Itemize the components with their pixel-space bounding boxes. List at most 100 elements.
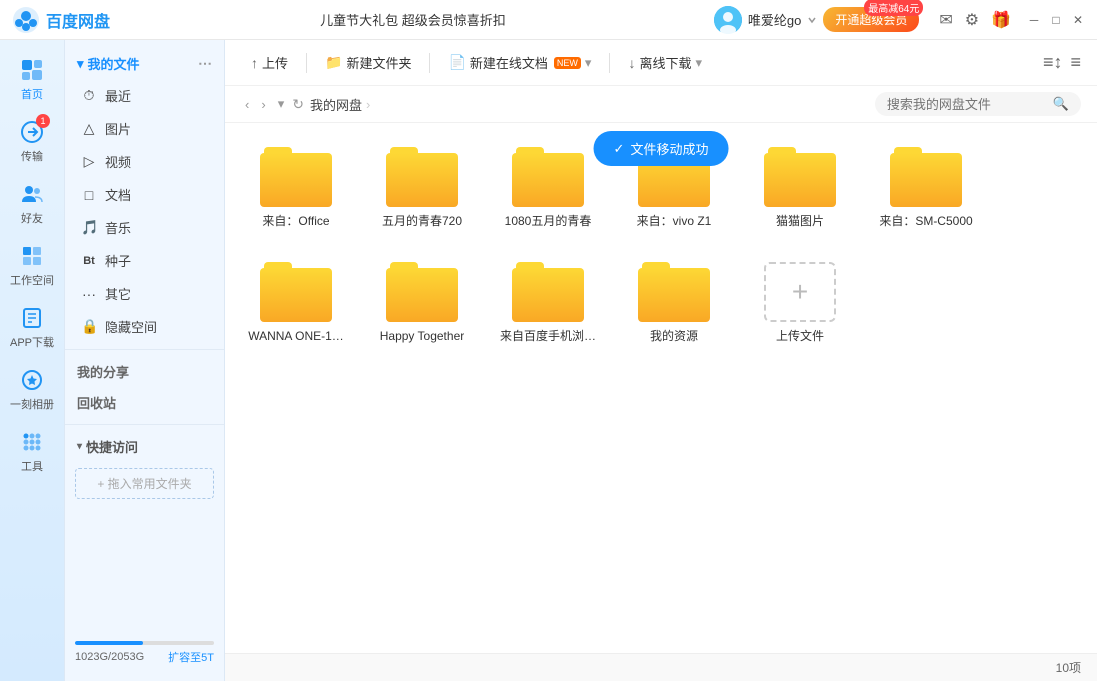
nav-item-images[interactable]: △ 图片: [65, 112, 224, 145]
minimize-button[interactable]: ─: [1027, 13, 1041, 27]
folder-icon: 📁: [325, 54, 342, 71]
nav-item-video[interactable]: ▷ 视频: [65, 145, 224, 178]
search-box: 🔍: [875, 92, 1081, 116]
nav-item-hidden[interactable]: 🔒 隐藏空间: [65, 310, 224, 343]
sidebar-item-workspace[interactable]: 工作空间: [0, 234, 64, 296]
gift-icon[interactable]: 🎁: [991, 10, 1011, 30]
sidebar-label-friends: 好友: [21, 210, 43, 226]
folder-icon: [890, 147, 962, 207]
forward-button[interactable]: ›: [257, 95, 269, 114]
sidebar-item-transfer[interactable]: 1 传输: [0, 110, 64, 172]
storage-expand-btn[interactable]: 扩容至5T: [168, 649, 214, 665]
user-area: 唯爱纶go 开通超级会员 最高减64元: [714, 6, 919, 34]
tools-icon: [18, 428, 46, 456]
my-files-arrow: ▾: [77, 56, 84, 72]
sidebar: 首页 1 传输 好友 工作空间 APP下载: [0, 40, 65, 681]
breadcrumb-sep: ›: [366, 97, 370, 112]
hidden-icon: 🔒: [81, 318, 97, 335]
add-frequent-btn[interactable]: + 拖入常用文件夹: [75, 468, 214, 499]
toolbar-divider-3: [609, 53, 610, 73]
breadcrumb-root[interactable]: 我的网盘: [310, 95, 362, 114]
quick-access-header: ▾ 快捷访问: [65, 431, 224, 462]
sidebar-label-moments: 一刻相册: [10, 396, 54, 412]
my-files-more[interactable]: ⋯: [198, 55, 212, 72]
content-area: ↑ 上传 📁 新建文件夹 📄 新建在线文档 NEW ▾ ↓ 离线下载 ▾: [225, 40, 1097, 681]
new-doc-button[interactable]: 📄 新建在线文档 NEW ▾: [438, 48, 601, 77]
sidebar-item-friends[interactable]: 好友: [0, 172, 64, 234]
storage-bar: [75, 641, 214, 645]
back-button[interactable]: ‹: [241, 95, 253, 114]
status-bar: 10项: [225, 653, 1097, 681]
breadcrumb-nav: ‹ › ▾ ↻: [241, 94, 304, 114]
nav-item-recent[interactable]: ⏱ 最近: [65, 79, 224, 112]
toast-message: 文件移动成功: [630, 139, 708, 158]
dropdown-nav-button[interactable]: ▾: [274, 94, 289, 114]
offline-dl-button[interactable]: ↓ 离线下载 ▾: [618, 48, 712, 77]
vip-button[interactable]: 开通超级会员 最高减64元: [823, 7, 919, 32]
storage-size: 1023G/2053G: [75, 651, 144, 663]
sidebar-item-home[interactable]: 首页: [0, 48, 64, 110]
upload-icon: ↑: [251, 55, 258, 71]
new-badge: NEW: [554, 57, 581, 69]
toolbar-right: ≡↕ ≡: [1043, 52, 1081, 73]
nav-my-share[interactable]: 我的分享: [65, 356, 224, 387]
upload-button[interactable]: ↑ 上传: [241, 48, 298, 77]
sidebar-item-app[interactable]: APP下载: [0, 296, 64, 358]
toast-icon: ✓: [614, 141, 625, 157]
mail-icon[interactable]: ✉: [939, 10, 952, 30]
storage-text: 1023G/2053G 扩容至5T: [75, 649, 214, 665]
avatar: [714, 6, 742, 34]
file-name: 来自：SM-C5000: [879, 213, 972, 230]
view-toggle-icon[interactable]: ≡: [1070, 52, 1081, 73]
file-grid: ✓ 文件移动成功 来自：Office 五月的青春720 1080五月的青春: [225, 123, 1097, 653]
nav-item-other[interactable]: ··· 其它: [65, 277, 224, 310]
logo-icon: [12, 6, 40, 34]
sidebar-label-transfer: 传输: [21, 148, 43, 164]
file-item[interactable]: 来自：SM-C5000: [871, 139, 981, 238]
nav-item-doc[interactable]: □ 文档: [65, 178, 224, 211]
nav-recycle[interactable]: 回收站: [65, 387, 224, 418]
app-title: 百度网盘: [46, 8, 110, 32]
file-item[interactable]: 猫猫图片: [745, 139, 855, 238]
file-item[interactable]: 1080五月的青春: [493, 139, 603, 238]
nav-item-bt[interactable]: Bt 种子: [65, 244, 224, 277]
upload-label: 上传文件: [776, 328, 824, 345]
sort-icon[interactable]: ≡↕: [1043, 52, 1063, 73]
dropdown-arrow-icon: [807, 15, 817, 25]
sidebar-label-tools: 工具: [21, 458, 43, 474]
my-files-header: ▾ 我的文件 ⋯: [65, 48, 224, 79]
nav-label-bt: 种子: [105, 251, 131, 270]
folder-icon: [386, 262, 458, 322]
toolbar-divider-1: [306, 53, 307, 73]
moments-icon: [18, 366, 46, 394]
sidebar-label-app: APP下载: [10, 334, 54, 350]
download-icon: ↓: [628, 55, 635, 71]
sidebar-item-tools[interactable]: 工具: [0, 420, 64, 482]
quick-access-arrow: ▾: [77, 441, 82, 452]
folder-icon: [260, 147, 332, 207]
new-folder-button[interactable]: 📁 新建文件夹: [315, 48, 421, 77]
search-input[interactable]: [887, 97, 1047, 112]
sidebar-item-moments[interactable]: 一刻相册: [0, 358, 64, 420]
maximize-button[interactable]: □: [1049, 13, 1063, 27]
bt-icon: Bt: [81, 255, 97, 267]
nav-label-doc: 文档: [105, 185, 131, 204]
file-item[interactable]: 五月的青春720: [367, 139, 477, 238]
file-item[interactable]: Happy Together: [367, 254, 477, 353]
settings-icon[interactable]: ⚙: [965, 10, 979, 30]
file-item[interactable]: WANNA ONE-1…: [241, 254, 351, 353]
nav-item-music[interactable]: 🎵 音乐: [65, 211, 224, 244]
search-icon[interactable]: 🔍: [1053, 96, 1069, 112]
offline-dl-dropdown-icon: ▾: [695, 55, 702, 71]
file-item[interactable]: 来自百度手机浏…: [493, 254, 603, 353]
file-item[interactable]: 我的资源: [619, 254, 729, 353]
sidebar-label-workspace: 工作空间: [10, 272, 54, 288]
nav-divider-1: [65, 349, 224, 350]
upload-placeholder[interactable]: + 上传文件: [745, 254, 855, 353]
folder-icon: [260, 262, 332, 322]
file-item[interactable]: 来自：Office: [241, 139, 351, 238]
music-icon: 🎵: [81, 219, 97, 236]
refresh-button[interactable]: ↻: [292, 96, 304, 113]
close-button[interactable]: ✕: [1071, 13, 1085, 27]
username: 唯爱纶go: [748, 10, 801, 29]
